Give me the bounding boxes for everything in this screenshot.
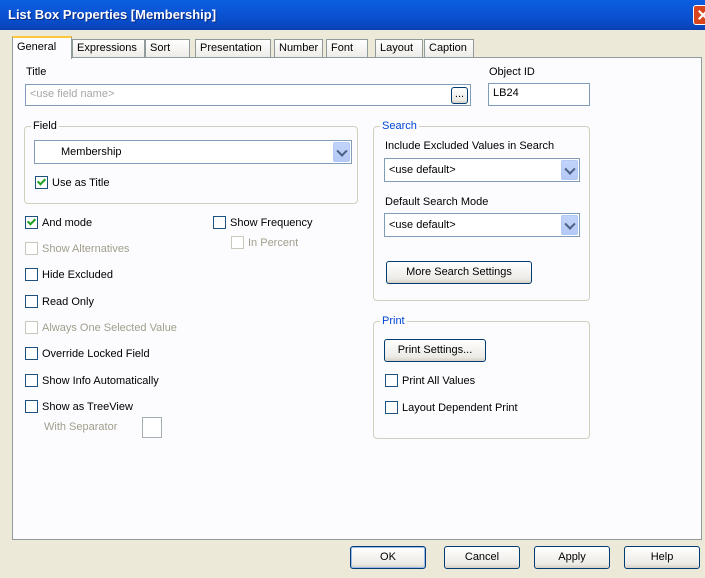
always-one-selected-checkbox	[25, 321, 38, 334]
read-only-label: Read Only	[42, 296, 94, 308]
check-icon	[26, 216, 37, 226]
object-id-input[interactable]: LB24	[488, 83, 590, 106]
close-icon[interactable]	[693, 5, 705, 25]
tab-strip: General Expressions Sort Presentation Nu…	[12, 36, 702, 59]
chevron-down-icon[interactable]	[333, 142, 350, 162]
title-input[interactable]: <use field name>	[25, 84, 471, 106]
field-select[interactable]: Membership	[34, 140, 352, 164]
override-locked-checkbox[interactable]	[25, 347, 38, 360]
layout-dependent-print-checkbox[interactable]	[385, 401, 398, 414]
show-info-auto-checkbox[interactable]	[25, 374, 38, 387]
hide-excluded-label: Hide Excluded	[42, 269, 113, 281]
title-bar: List Box Properties [Membership]	[0, 0, 705, 30]
in-percent-checkbox	[231, 236, 244, 249]
chevron-down-icon[interactable]	[561, 215, 578, 235]
show-info-auto-label: Show Info Automatically	[42, 375, 159, 387]
print-all-values-checkbox[interactable]	[385, 374, 398, 387]
tab-caption[interactable]: Caption	[424, 39, 474, 58]
title-label: Title	[26, 66, 47, 78]
and-mode-checkbox[interactable]	[25, 216, 38, 229]
in-percent-label: In Percent	[248, 237, 299, 249]
tab-layout[interactable]: Layout	[375, 39, 423, 58]
tab-presentation[interactable]: Presentation	[195, 39, 271, 58]
include-excluded-value: <use default>	[389, 164, 456, 176]
always-one-selected-label: Always One Selected Value	[42, 322, 177, 334]
window-title: List Box Properties [Membership]	[8, 7, 217, 22]
print-group-title: Print	[380, 314, 407, 328]
layout-dependent-print-label: Layout Dependent Print	[402, 402, 518, 414]
show-alternatives-label: Show Alternatives	[42, 243, 130, 255]
use-as-title-checkbox[interactable]	[35, 176, 48, 189]
read-only-checkbox[interactable]	[25, 295, 38, 308]
help-button[interactable]: Help	[624, 546, 700, 569]
show-frequency-label: Show Frequency	[230, 217, 313, 229]
title-browse-button[interactable]: ...	[451, 87, 468, 104]
title-placeholder: <use field name>	[30, 88, 115, 100]
tab-general[interactable]: General	[12, 36, 72, 59]
default-search-mode-label: Default Search Mode	[385, 196, 489, 208]
default-search-mode-select[interactable]: <use default>	[384, 213, 580, 237]
object-id-label: Object ID	[489, 66, 535, 78]
tab-font[interactable]: Font	[326, 39, 368, 58]
default-search-mode-value: <use default>	[389, 219, 456, 231]
search-group-title: Search	[380, 119, 419, 133]
hide-excluded-checkbox[interactable]	[25, 268, 38, 281]
print-settings-button[interactable]: Print Settings...	[384, 339, 486, 362]
print-all-values-label: Print All Values	[402, 375, 476, 387]
tab-number[interactable]: Number	[274, 39, 323, 58]
check-icon	[36, 176, 47, 186]
object-id-value: LB24	[493, 87, 519, 99]
include-excluded-select[interactable]: <use default>	[384, 158, 580, 182]
override-locked-label: Override Locked Field	[42, 348, 150, 360]
more-search-settings-button[interactable]: More Search Settings	[386, 261, 532, 284]
show-frequency-checkbox[interactable]	[213, 216, 226, 229]
with-separator-label: With Separator	[44, 421, 118, 433]
cancel-button[interactable]: Cancel	[444, 546, 520, 569]
ok-button[interactable]: OK	[350, 546, 426, 569]
show-alternatives-checkbox	[25, 242, 38, 255]
chevron-down-icon[interactable]	[561, 160, 578, 180]
separator-input	[142, 417, 162, 438]
field-select-value: Membership	[61, 146, 122, 158]
show-as-treeview-label: Show as TreeView	[42, 401, 133, 413]
tab-expressions[interactable]: Expressions	[72, 39, 145, 58]
tab-sort[interactable]: Sort	[145, 39, 190, 58]
field-groupbox: Field	[24, 119, 358, 204]
use-as-title-label: Use as Title	[52, 177, 110, 189]
include-excluded-label: Include Excluded Values in Search	[385, 140, 555, 152]
apply-button[interactable]: Apply	[534, 546, 610, 569]
and-mode-label: And mode	[42, 217, 93, 229]
show-as-treeview-checkbox[interactable]	[25, 400, 38, 413]
field-group-title: Field	[31, 119, 59, 133]
